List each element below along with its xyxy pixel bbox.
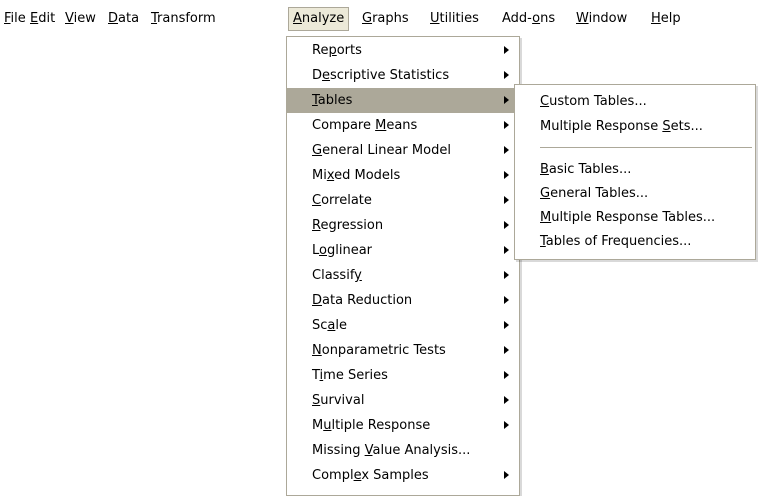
submenu-item-custom-tables[interactable]: Custom Tables... — [515, 89, 755, 114]
submenu-arrow-icon — [504, 396, 509, 404]
menu-item-label: Missing Value Analysis... — [312, 443, 471, 458]
menu-item-survival[interactable]: Survival — [287, 388, 519, 413]
submenu-item-tables-of-frequencies[interactable]: Tables of Frequencies... — [515, 229, 755, 254]
menu-item-loglinear[interactable]: Loglinear — [287, 238, 519, 263]
menu-item-label: Tables — [312, 93, 353, 108]
menu-bar: File Edit View Data Transform Analyze Gr… — [0, 0, 760, 36]
menu-separator — [540, 147, 752, 148]
submenu-arrow-icon — [504, 346, 509, 354]
menu-window[interactable]: Window — [572, 8, 631, 30]
submenu-arrow-icon — [504, 196, 509, 204]
menu-analyze[interactable]: Analyze — [288, 7, 350, 31]
menu-item-label: Loglinear — [312, 243, 373, 258]
menu-item-mixed-models[interactable]: Mixed Models — [287, 163, 519, 188]
menu-item-label: Scale — [312, 318, 347, 333]
submenu-arrow-icon — [504, 121, 509, 129]
submenu-arrow-icon — [504, 471, 509, 479]
menu-graphs[interactable]: Graphs — [358, 8, 413, 30]
menu-item-multiple-response[interactable]: Multiple Response — [287, 413, 519, 438]
menu-item-reports[interactable]: Reports — [287, 38, 519, 63]
submenu-arrow-icon — [504, 221, 509, 229]
submenu-item-multiple-response-sets[interactable]: Multiple Response Sets... — [515, 114, 755, 139]
analyze-menu: Reports Descriptive Statistics Tables Co… — [286, 36, 520, 496]
menu-item-label: Multiple Response Tables... — [540, 210, 716, 225]
submenu-arrow-icon — [504, 296, 509, 304]
menu-item-missing-value-analysis[interactable]: Missing Value Analysis... — [287, 438, 519, 463]
submenu-item-general-tables[interactable]: General Tables... — [515, 181, 755, 206]
submenu-arrow-icon — [504, 71, 509, 79]
menu-transform[interactable]: Transform — [147, 8, 220, 30]
submenu-arrow-icon — [504, 421, 509, 429]
submenu-arrow-icon — [504, 146, 509, 154]
menu-item-label: Tables of Frequencies... — [540, 234, 692, 249]
menu-item-label: Classify — [312, 268, 362, 283]
menu-item-label: Data Reduction — [312, 293, 413, 308]
menu-item-general-linear-model[interactable]: General Linear Model — [287, 138, 519, 163]
menu-item-label: Descriptive Statistics — [312, 68, 450, 83]
submenu-arrow-icon — [504, 371, 509, 379]
menu-item-scale[interactable]: Scale — [287, 313, 519, 338]
menu-item-label: Reports — [312, 43, 362, 58]
menu-item-label: Regression — [312, 218, 384, 233]
menu-view[interactable]: View — [61, 8, 100, 30]
menu-item-correlate[interactable]: Correlate — [287, 188, 519, 213]
menu-item-complex-samples[interactable]: Complex Samples — [287, 463, 519, 488]
menu-item-label: Compare Means — [312, 118, 418, 133]
menu-item-label: Multiple Response — [312, 418, 431, 433]
submenu-item-basic-tables[interactable]: Basic Tables... — [515, 157, 755, 182]
menu-data[interactable]: Data — [104, 8, 143, 30]
menu-item-label: Mixed Models — [312, 168, 401, 183]
menu-item-label: General Linear Model — [312, 143, 451, 158]
submenu-arrow-icon — [504, 321, 509, 329]
menu-item-label: Basic Tables... — [540, 162, 632, 177]
menu-add-ons[interactable]: Add-ons — [498, 8, 559, 30]
menu-item-tables[interactable]: Tables — [287, 88, 519, 113]
menu-item-data-reduction[interactable]: Data Reduction — [287, 288, 519, 313]
menu-item-label: Correlate — [312, 193, 372, 208]
menu-item-label: Multiple Response Sets... — [540, 119, 703, 134]
submenu-arrow-icon — [504, 246, 509, 254]
submenu-arrow-icon — [504, 96, 509, 104]
tables-submenu: Custom Tables... Multiple Response Sets.… — [514, 84, 756, 260]
menu-item-label: General Tables... — [540, 186, 649, 201]
menu-item-compare-means[interactable]: Compare Means — [287, 113, 519, 138]
menu-item-regression[interactable]: Regression — [287, 213, 519, 238]
menu-item-label: Custom Tables... — [540, 94, 647, 109]
menu-item-nonparametric-tests[interactable]: Nonparametric Tests — [287, 338, 519, 363]
menu-item-classify[interactable]: Classify — [287, 263, 519, 288]
submenu-item-multiple-response-tables[interactable]: Multiple Response Tables... — [515, 205, 755, 230]
menu-help[interactable]: Help — [647, 8, 685, 30]
submenu-arrow-icon — [504, 171, 509, 179]
menu-item-label: Time Series — [312, 368, 388, 383]
menu-item-label: Nonparametric Tests — [312, 343, 446, 358]
submenu-arrow-icon — [504, 46, 509, 54]
menu-edit[interactable]: Edit — [26, 8, 59, 30]
menu-utilities[interactable]: Utilities — [426, 8, 483, 30]
submenu-arrow-icon — [504, 271, 509, 279]
menu-item-descriptive-statistics[interactable]: Descriptive Statistics — [287, 63, 519, 88]
menu-item-label: Complex Samples — [312, 468, 429, 483]
menu-item-time-series[interactable]: Time Series — [287, 363, 519, 388]
menu-item-label: Survival — [312, 393, 365, 408]
